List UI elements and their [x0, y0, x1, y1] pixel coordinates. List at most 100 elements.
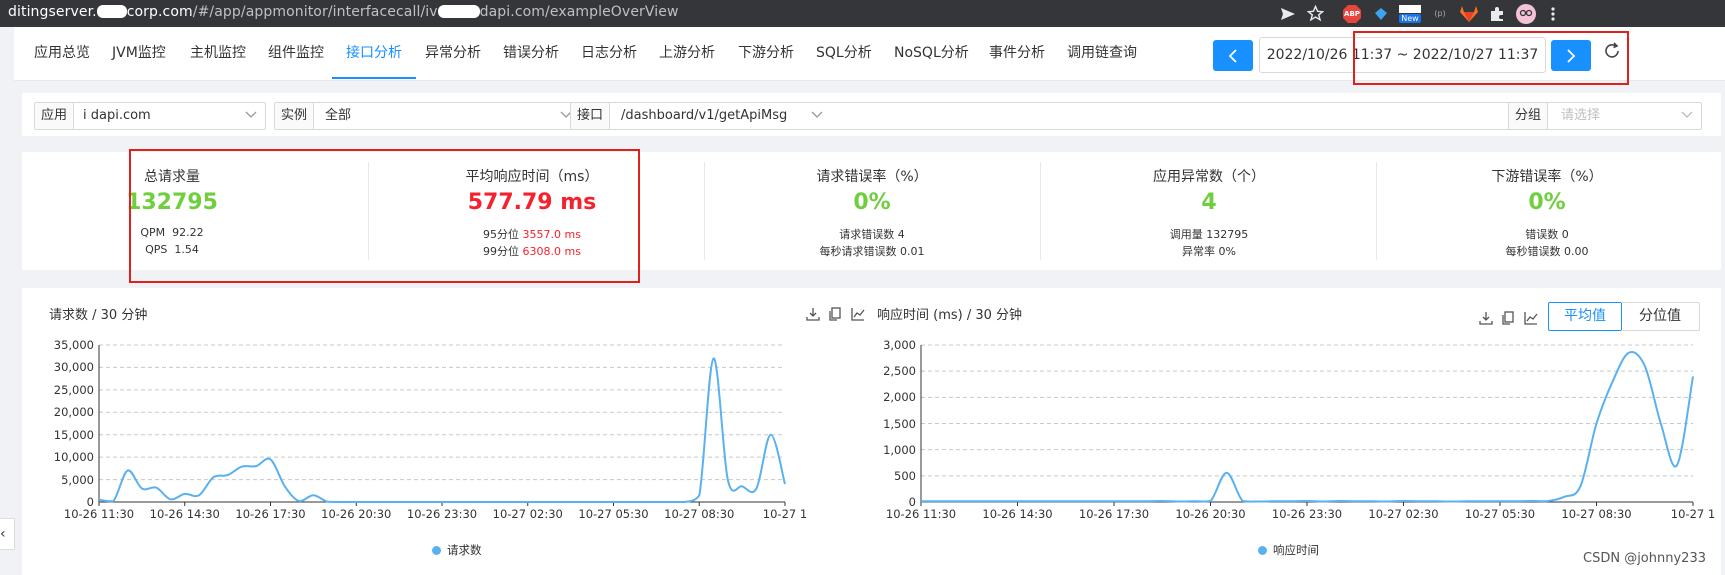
legend-dot [432, 546, 441, 555]
tab-upstream[interactable]: 上游分析 [659, 27, 715, 79]
stat-avg-latency: 平均响应时间（ms） 577.79 ms 95分位 3557.0 ms 99分位… [412, 152, 652, 270]
y-tick-label: 3,000 [883, 338, 916, 352]
x-tick-label: 10-26 23:30 [1271, 507, 1343, 521]
x-tick-label: 10-26 14:30 [149, 507, 220, 521]
star-icon[interactable] [1305, 3, 1325, 24]
send-icon[interactable] [1278, 3, 1298, 24]
api-select-label: 接口 [571, 103, 611, 129]
tab-trace[interactable]: 调用链查询 [1067, 27, 1137, 79]
tab-exception[interactable]: 异常分析 [425, 27, 481, 79]
tab-jvm[interactable]: JVM监控 [112, 27, 166, 79]
y-tick-label: 30,000 [53, 360, 94, 375]
instance-select-value: 全部 [325, 108, 352, 123]
x-tick-label: 10-26 11:30 [63, 507, 135, 521]
tab-error[interactable]: 错误分析 [503, 27, 559, 79]
new-badge: New [1399, 14, 1421, 23]
url-host-mid: corp.com [126, 4, 193, 20]
x-tick-label: 10-27 08:30 [1561, 507, 1632, 521]
refresh-icon[interactable] [1602, 41, 1622, 65]
stat-value: 4 [1201, 190, 1217, 215]
stat-downstream-error: 下游错误率（%） 0% 错误数 0 每秒错误数 0.00 [1417, 152, 1677, 270]
date-range-picker[interactable]: 2022/10/26 11:37 ~ 2022/10/27 11:37 [1259, 37, 1546, 73]
y-tick-label: 1,000 [883, 442, 916, 457]
tab-sql[interactable]: SQL分析 [816, 27, 872, 79]
instance-select[interactable]: 实例 全部 [274, 102, 581, 130]
group-select-placeholder: 请选择 [1561, 108, 1601, 123]
charts-panel: 请求数 / 30 分钟 响应时间 (ms) / 30 分钟 平均值 分位值 请求… [22, 288, 1721, 575]
url-redaction-2 [437, 5, 480, 18]
x-tick-label: 10-27 02:30 [1368, 507, 1439, 521]
tab-app-overview[interactable]: 应用总览 [34, 27, 90, 79]
series-line-2 [921, 351, 1694, 503]
app-select-value: i dapi.com [83, 108, 151, 123]
stat-total-requests: 总请求量 132795 QPM 92.22 QPS 1.54 [92, 152, 252, 270]
x-tick-label: 10-26 20:30 [321, 507, 392, 521]
collapse-arrow-button[interactable]: ‹ [0, 518, 15, 550]
y-tick-label: 35,000 [53, 338, 94, 352]
stat-value: 0% [1528, 190, 1566, 215]
watermark: CSDN @johnny233 [1583, 551, 1706, 566]
tab-log[interactable]: 日志分析 [581, 27, 637, 79]
y-tick-label: 10,000 [53, 450, 94, 465]
y-tick-label: 1,500 [883, 416, 916, 431]
chevron-left-icon [1228, 48, 1237, 63]
url-text[interactable]: ditingserver. corp.com/#/app/appmonitor/i… [8, 4, 679, 20]
stat-title: 平均响应时间（ms） [465, 169, 599, 185]
x-tick-label: 10-26 17:30 [1078, 507, 1150, 521]
stat-title: 总请求量 [144, 169, 200, 185]
y-tick-label: 5,000 [61, 472, 94, 487]
p-extension-icon[interactable]: (p) [1429, 3, 1451, 24]
adblock-label: ABP [1344, 9, 1360, 18]
y-tick-label: 15,000 [53, 427, 94, 442]
avatar-icon[interactable] [1514, 3, 1538, 24]
browser-address-bar[interactable]: ditingserver. corp.com/#/app/appmonitor/i… [0, 0, 1725, 27]
stat-detail: 请求错误数 4 [839, 228, 905, 241]
tab-component[interactable]: 组件监控 [268, 27, 324, 79]
tab-interface-analysis[interactable]: 接口分析 [332, 27, 416, 79]
charts-canvas [98, 344, 1694, 506]
chart-1-legend[interactable]: 请求数 [432, 542, 482, 558]
chart-2-legend[interactable]: 响应时间 [1258, 542, 1319, 558]
tab-nosql[interactable]: NoSQL分析 [894, 27, 969, 79]
adblock-icon[interactable]: ABP [1342, 3, 1362, 24]
series-line-1 [98, 357, 786, 503]
menu-dots-icon[interactable] [1545, 3, 1561, 24]
group-select[interactable]: 分组 请选择 [1508, 102, 1702, 130]
stat-detail: 异常率 0% [1182, 245, 1236, 258]
y-tick-label: 20,000 [53, 405, 94, 420]
gitlab-icon[interactable] [1459, 3, 1479, 24]
x-tick-label: 10-27 05:30 [578, 507, 649, 521]
x-tick-label: 10-26 11:30 [885, 507, 957, 521]
url-host-start: ditingserver. [8, 4, 97, 20]
stat-detail: 错误数 0 [1525, 228, 1569, 241]
divider [1040, 162, 1041, 260]
divider [704, 162, 705, 260]
url-path-a: /#/app/appmonitor/interfacecall/iv [192, 4, 438, 20]
stat-p95: 95分位 3557.0 ms [483, 228, 581, 241]
stat-value: 0% [853, 190, 891, 215]
x-tick-label: 10-26 14:30 [982, 507, 1053, 521]
diamond-icon[interactable] [1371, 3, 1391, 24]
app-select[interactable]: 应用 i dapi.com [34, 102, 266, 130]
app-select-label: 应用 [35, 103, 75, 129]
x-tick-label: 10-26 20:30 [1175, 507, 1246, 521]
x-tick-label: 10-27 02:30 [492, 507, 563, 521]
chevron-down-icon [245, 111, 257, 118]
extension-new-icon[interactable]: New [1397, 3, 1423, 24]
x-tick-label: 10-27 05:30 [1464, 507, 1536, 521]
y-tick-label: 2,000 [883, 390, 916, 405]
top-navigation: 应用总览 JVM监控 主机监控 组件监控 接口分析 异常分析 错误分析 日志分析… [14, 27, 1725, 81]
stat-detail: 调用量 132795 [1169, 228, 1249, 241]
x-tick-label: 10-27 1 [1670, 507, 1716, 521]
x-tick-label: 10-27 1 [762, 507, 808, 521]
puzzle-icon[interactable] [1487, 3, 1507, 24]
api-select[interactable]: 接口 /dashboard/v1/getApiMsg [570, 102, 1577, 130]
tab-host[interactable]: 主机监控 [190, 27, 246, 79]
tab-event[interactable]: 事件分析 [989, 27, 1045, 79]
tab-downstream[interactable]: 下游分析 [738, 27, 794, 79]
stat-value: 132795 [126, 190, 218, 215]
next-range-button[interactable] [1551, 40, 1591, 71]
prev-range-button[interactable] [1213, 40, 1253, 71]
api-select-value: /dashboard/v1/getApiMsg [621, 108, 788, 123]
stat-app-exceptions: 应用异常数（个） 4 调用量 132795 异常率 0% [1079, 152, 1339, 270]
